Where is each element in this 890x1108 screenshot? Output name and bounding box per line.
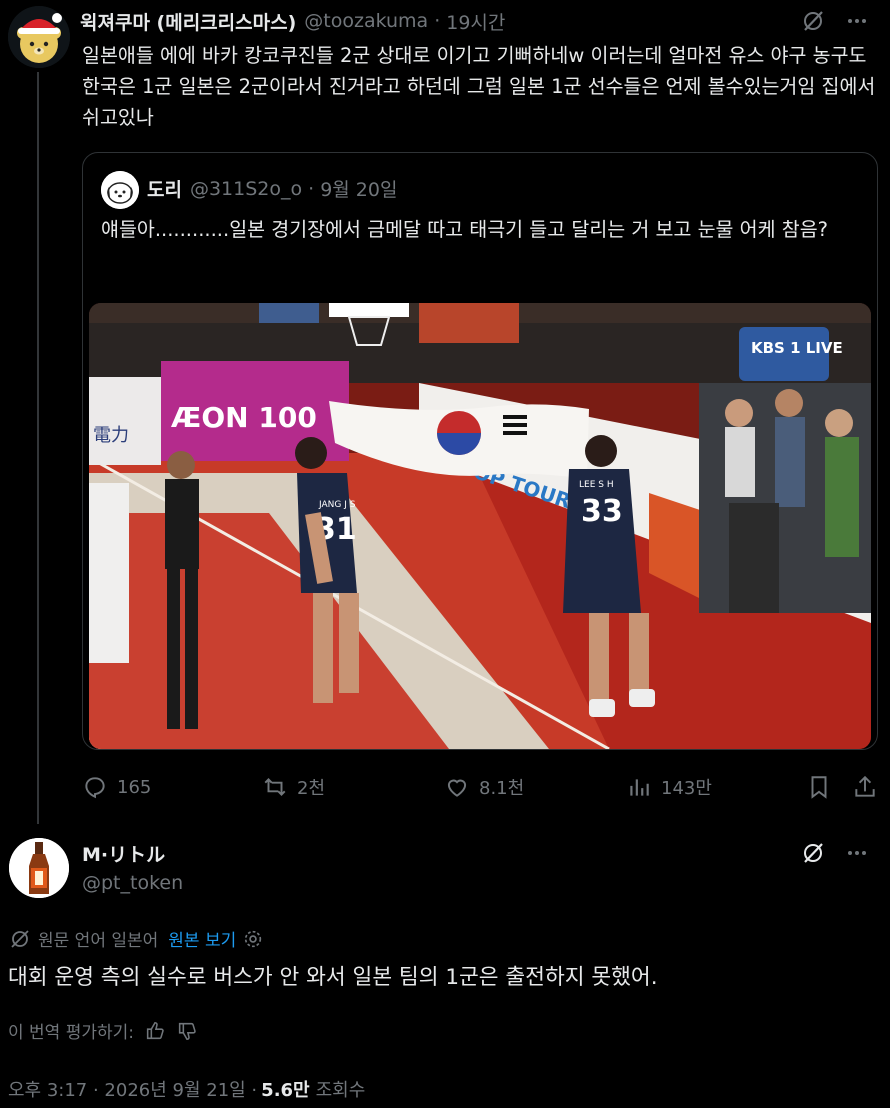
separator-dot: ·: [308, 177, 315, 200]
grok-icon[interactable]: [800, 8, 826, 34]
quoted-post[interactable]: 도리 @311S2o_o · 9월 20일 얘들아............일본 …: [82, 152, 878, 750]
post-action-bar: 165 2천 8.1천 143만: [82, 770, 882, 804]
reply-button[interactable]: 165: [82, 770, 151, 804]
gear-icon[interactable]: [242, 928, 264, 950]
reply-count: 165: [117, 776, 152, 798]
user-handle[interactable]: @toozakuma: [304, 10, 428, 32]
sign-left-text: 電力: [93, 425, 129, 446]
quote-handle: @311S2o_o: [189, 177, 303, 200]
reply-avatar[interactable]: [9, 838, 69, 898]
grok-icon[interactable]: [800, 840, 826, 866]
views-button[interactable]: 143만: [626, 770, 712, 804]
banner-text: ÆON 100: [171, 401, 317, 434]
quote-media-video[interactable]: 電力 ÆON 100 TOP TOURS KBS 1 LIVE JANG J S…: [89, 303, 871, 749]
heart-icon: [447, 779, 467, 797]
repost-count: 2천: [297, 778, 326, 799]
like-button[interactable]: 8.1천: [444, 770, 524, 804]
quote-avatar: [101, 171, 139, 209]
bookmark-button[interactable]: [806, 770, 832, 804]
post-metadata: 오후 3:17 · 2026년 9월 21일 · 5.6만 조회수: [8, 1076, 365, 1102]
like-count: 8.1천: [479, 778, 525, 799]
jersey-right-number: 33: [581, 494, 623, 529]
rate-translation-label: 이 번역 평가하기:: [8, 1023, 135, 1043]
views-label: 조회수: [315, 1080, 366, 1101]
post-header: 윅져쿠마 (메리크리스마스) @toozakuma · 19시간: [80, 6, 505, 36]
quote-text: 얘들아............일본 경기장에서 금메달 따고 태극기 들고 달리…: [101, 218, 828, 241]
reply-icon: [85, 777, 105, 799]
jersey-left-name: JANG J S: [318, 500, 356, 510]
jersey-right-name: LEE S H: [579, 480, 614, 490]
pochacco-avatar-icon: [101, 171, 139, 209]
show-original-link[interactable]: 원본 보기: [168, 926, 236, 951]
share-button[interactable]: [852, 770, 878, 804]
reply-display-name[interactable]: M·リトル: [82, 840, 165, 867]
post-time[interactable]: 19시간: [446, 8, 505, 35]
post-top-actions: [800, 8, 870, 34]
thumbs-up-icon[interactable]: [144, 1020, 166, 1042]
post-text: 일본애들 에에 바카 캉코쿠진들 2군 상대로 이기고 기뻐하네w 이러는데 얼…: [82, 44, 876, 129]
share-icon: [855, 775, 875, 797]
basketball-scene-image: 電力 ÆON 100 TOP TOURS KBS 1 LIVE JANG J S…: [89, 303, 871, 749]
separator-dot: ·: [434, 10, 441, 32]
reply-top-actions: [800, 840, 870, 866]
repost-icon: [264, 778, 286, 796]
reply-view-count: 5.6만: [261, 1080, 310, 1101]
view-count: 143만: [661, 778, 712, 799]
santa-bear-avatar-icon: [8, 6, 70, 68]
thread-connector-line: [37, 72, 39, 824]
more-options-icon[interactable]: [844, 840, 870, 866]
avatar[interactable]: [8, 6, 70, 68]
translation-info: 원문 언어 일본어 원본 보기: [8, 926, 264, 951]
translation-note: 원문 언어 일본어: [38, 931, 159, 951]
rate-translation: 이 번역 평가하기:: [8, 1018, 198, 1043]
reply-text: 대회 운영 측의 실수로 버스가 안 와서 일본 팀의 1군은 출전하지 못했어…: [8, 965, 658, 990]
display-name[interactable]: 윅져쿠마 (메리크리스마스): [80, 8, 296, 35]
reply-handle[interactable]: @pt_token: [82, 872, 183, 894]
more-options-icon[interactable]: [844, 8, 870, 34]
quote-display-name: 도리: [147, 179, 182, 201]
grok-translate-icon: [11, 929, 29, 948]
quote-header: 도리 @311S2o_o · 9월 20일: [147, 175, 397, 202]
broadcaster-logo-text: KBS 1 LIVE: [751, 339, 843, 357]
post-timestamp[interactable]: 오후 3:17 · 2026년 9월 21일 ·: [8, 1076, 257, 1102]
thumbs-down-icon[interactable]: [176, 1020, 198, 1042]
views-chart-icon: [630, 779, 649, 796]
bottle-avatar-icon: [9, 838, 69, 898]
bookmark-icon: [811, 776, 827, 799]
repost-button[interactable]: 2천: [262, 770, 325, 804]
quote-time: 9월 20일: [320, 179, 398, 201]
